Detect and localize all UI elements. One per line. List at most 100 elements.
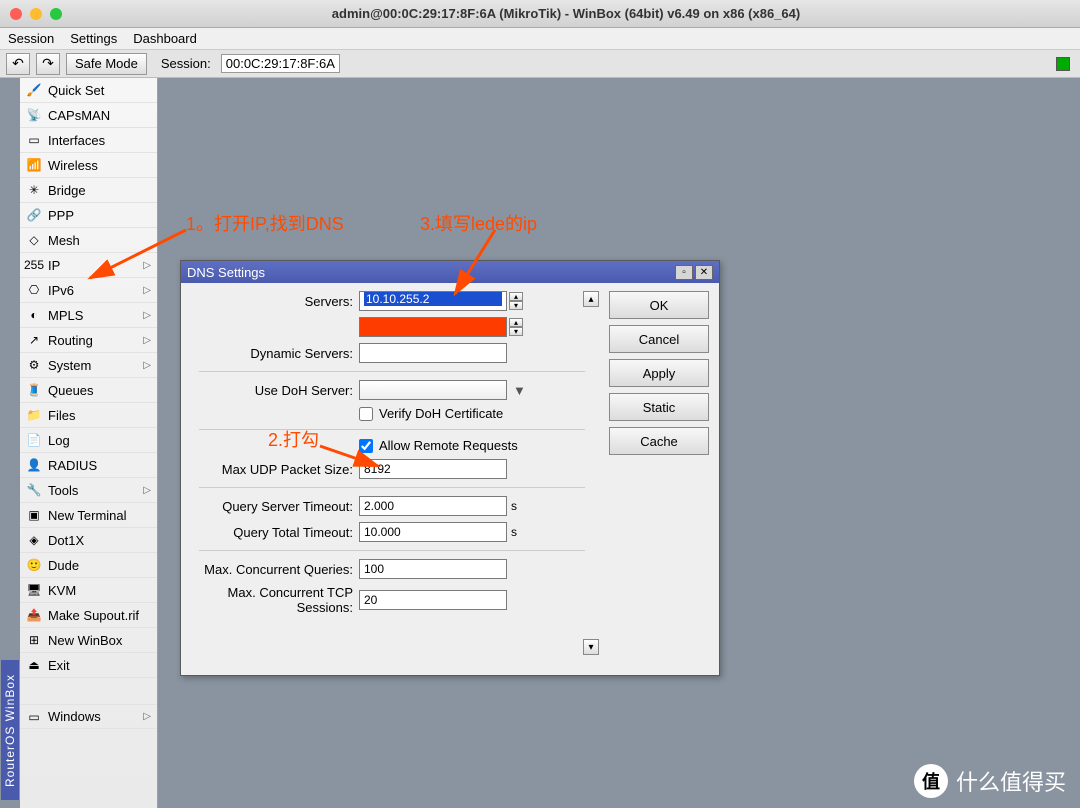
redo-button[interactable]: ↷ <box>36 53 60 75</box>
sidebar-item-windows[interactable]: ▭Windows▷ <box>20 704 157 729</box>
dns-minimize-icon[interactable]: ▫ <box>675 265 693 280</box>
sidebar-item-interfaces[interactable]: ▭ Interfaces <box>20 128 157 153</box>
sidebar-icon: 👤 <box>26 457 42 473</box>
doh-dropdown-icon[interactable]: ▼ <box>513 383 526 398</box>
session-label: Session: <box>161 56 211 71</box>
sidebar-item-ipv6[interactable]: ⎔ IPv6 ▷ <box>20 278 157 303</box>
sidebar-icon: ▭ <box>26 132 42 148</box>
annotation-1: 1。打开IP,找到DNS <box>186 210 344 236</box>
workspace: RouterOS WinBox 🖌️Quick Set 📡 CAPsMAN ▭ Inte… <box>0 78 1080 808</box>
watermark-icon: 值 <box>914 764 948 798</box>
max-concurrent-tcp-input[interactable] <box>359 590 507 610</box>
sidebar-label: IPv6 <box>48 283 74 298</box>
sidebar-label: CAPsMAN <box>48 108 110 123</box>
menu-dashboard[interactable]: Dashboard <box>133 31 197 46</box>
form-scroll-spinner[interactable]: ▴▾ <box>583 291 599 655</box>
undo-button[interactable]: ↶ <box>6 53 30 75</box>
menu-session[interactable]: Session <box>8 31 54 46</box>
maximize-window-icon[interactable] <box>50 8 62 20</box>
doh-server-input[interactable] <box>359 380 507 400</box>
sidebar-item-make-supout-rif[interactable]: 📤Make Supout.rif <box>20 603 157 628</box>
dynamic-servers-input[interactable] <box>359 343 507 363</box>
apply-button[interactable]: Apply <box>609 359 709 387</box>
dns-window-title: DNS Settings <box>187 265 265 280</box>
sidebar-icon: ↗ <box>26 332 42 348</box>
dns-close-icon[interactable]: ✕ <box>695 265 713 280</box>
menu-bar: Session Settings Dashboard <box>0 28 1080 50</box>
vertical-caption: RouterOS WinBox <box>1 660 19 800</box>
sidebar-icon: ⊞ <box>26 632 42 648</box>
submenu-arrow-icon: ▷ <box>143 711 151 722</box>
sidebar-icon: 🖌️ <box>26 82 42 98</box>
minimize-window-icon[interactable] <box>30 8 42 20</box>
verify-doh-checkbox[interactable] <box>359 407 373 421</box>
sidebar-label: Mesh <box>48 233 80 248</box>
sidebar-item-mpls[interactable]: ◐MPLS▷ <box>20 303 157 328</box>
dns-window-titlebar[interactable]: DNS Settings ▫ ✕ <box>181 261 719 283</box>
sidebar-item-system[interactable]: ⚙ System ▷ <box>20 353 157 378</box>
max-concurrent-queries-input[interactable] <box>359 559 507 579</box>
menu-settings[interactable]: Settings <box>70 31 117 46</box>
sidebar-item-log[interactable]: 📄Log <box>20 428 157 453</box>
sidebar-item-new-winbox[interactable]: ⊞New WinBox <box>20 628 157 653</box>
sidebar-label: Interfaces <box>48 133 105 148</box>
submenu-arrow-icon: ▷ <box>143 360 151 371</box>
sidebar-icon: 🖥 <box>26 582 42 598</box>
servers-spinner-2[interactable]: ▴▾ <box>509 318 523 336</box>
safe-mode-button[interactable]: Safe Mode <box>66 53 147 75</box>
sidebar-item-routing[interactable]: ↗Routing▷ <box>20 328 157 353</box>
close-window-icon[interactable] <box>10 8 22 20</box>
sidebar-label: IP <box>48 258 60 273</box>
udp-packet-input[interactable] <box>359 459 507 479</box>
sidebar-item-dot1x[interactable]: ◈Dot1X <box>20 528 157 553</box>
submenu-arrow-icon: ▷ <box>143 260 151 271</box>
sidebar-icon: ⚙ <box>26 357 42 373</box>
sidebar-icon: 📁 <box>26 407 42 423</box>
sidebar-item-queues[interactable]: 🧵Queues <box>20 378 157 403</box>
static-button[interactable]: Static <box>609 393 709 421</box>
qst-unit: s <box>511 499 517 513</box>
mct-label: Max. Concurrent TCP Sessions: <box>189 585 359 615</box>
sidebar-item-capsman[interactable]: 📡 CAPsMAN <box>20 103 157 128</box>
sidebar-item-quick-set[interactable]: 🖌️Quick Set <box>20 78 157 103</box>
sidebar-item-files[interactable]: 📁 Files <box>20 403 157 428</box>
sidebar-icon: 🧵 <box>26 382 42 398</box>
sidebar-item-ip[interactable]: 255IP▷ <box>20 253 157 278</box>
servers-input-2[interactable] <box>359 317 507 337</box>
servers-input[interactable]: 10.10.255.2 <box>359 291 507 311</box>
sidebar-item-tools[interactable]: 🔧Tools▷ <box>20 478 157 503</box>
sidebar-item-new-terminal[interactable]: ▣New Terminal <box>20 503 157 528</box>
sidebar-item-bridge[interactable]: ✳Bridge <box>20 178 157 203</box>
sidebar-item-exit[interactable]: ⏏Exit <box>20 653 157 678</box>
sidebar-item-dude[interactable]: 🙂Dude <box>20 553 157 578</box>
servers-spinner[interactable]: ▴▾ <box>509 292 523 310</box>
allow-remote-label: Allow Remote Requests <box>379 438 518 453</box>
sidebar-label: PPP <box>48 208 74 223</box>
watermark: 值 什么值得买 <box>914 764 1066 798</box>
sidebar-item-wireless[interactable]: 📶 Wireless <box>20 153 157 178</box>
cancel-button[interactable]: Cancel <box>609 325 709 353</box>
sidebar-item-ppp[interactable]: 🔗 PPP <box>20 203 157 228</box>
query-server-timeout-input[interactable] <box>359 496 507 516</box>
sidebar-item-radius[interactable]: 👤RADIUS <box>20 453 157 478</box>
sidebar-label: Wireless <box>48 158 98 173</box>
sidebar-item-mesh[interactable]: ◇Mesh <box>20 228 157 253</box>
sidebar-label: MPLS <box>48 308 83 323</box>
verify-doh-label: Verify DoH Certificate <box>379 406 503 421</box>
sidebar-icon: 📶 <box>26 157 42 173</box>
ok-button[interactable]: OK <box>609 291 709 319</box>
sidebar-item-kvm[interactable]: 🖥KVM <box>20 578 157 603</box>
allow-remote-checkbox[interactable] <box>359 439 373 453</box>
sidebar-icon: ⎔ <box>26 282 42 298</box>
sidebar-icon: ◐ <box>26 307 42 323</box>
query-total-timeout-input[interactable] <box>359 522 507 542</box>
sidebar-icon: 🔗 <box>26 207 42 223</box>
sidebar-label: System <box>48 358 91 373</box>
sidebar-label: Tools <box>48 483 78 498</box>
sidebar-label: Bridge <box>48 183 86 198</box>
traffic-lights <box>10 8 62 20</box>
sidebar-label: Files <box>48 408 75 423</box>
cache-button[interactable]: Cache <box>609 427 709 455</box>
submenu-arrow-icon: ▷ <box>143 285 151 296</box>
sidebar-icon: 📡 <box>26 107 42 123</box>
